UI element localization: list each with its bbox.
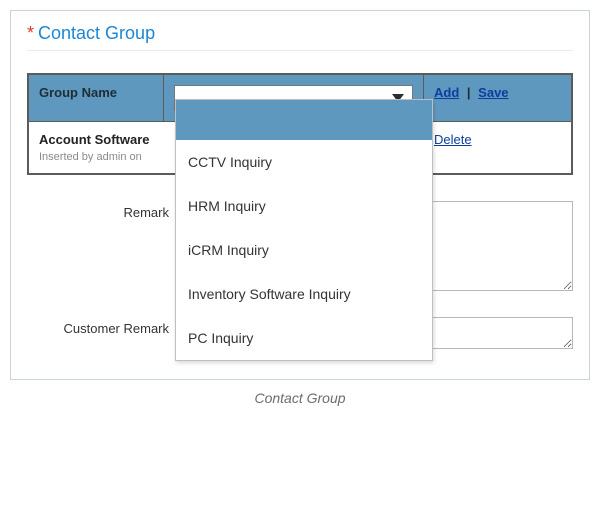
dropdown-option[interactable]: PC Inquiry (176, 316, 432, 360)
action-separator: | (467, 85, 471, 100)
dropdown-option[interactable]: Inventory Software Inquiry (176, 272, 432, 316)
customer-remark-label: Customer Remark (27, 317, 177, 336)
delete-link[interactable]: Delete (434, 132, 472, 147)
dropdown-option[interactable]: HRM Inquiry (176, 184, 432, 228)
section-title-text: Contact Group (38, 23, 155, 43)
group-select-dropdown[interactable]: CCTV Inquiry HRM Inquiry iCRM Inquiry In… (175, 99, 433, 361)
col-header-actions: Add | Save (424, 75, 572, 122)
remark-label: Remark (27, 201, 177, 220)
figure-caption: Contact Group (10, 390, 590, 406)
dropdown-option-blank[interactable] (176, 100, 432, 140)
contact-group-panel: *Contact Group Group Name Add | Save Ac (10, 10, 590, 380)
required-asterisk: * (27, 23, 34, 43)
col-header-group-name: Group Name (29, 75, 164, 122)
section-title: *Contact Group (27, 23, 573, 51)
save-link[interactable]: Save (478, 85, 508, 100)
dropdown-option[interactable]: CCTV Inquiry (176, 140, 432, 184)
dropdown-option[interactable]: iCRM Inquiry (176, 228, 432, 272)
add-link[interactable]: Add (434, 85, 459, 100)
cell-action: Delete (424, 122, 572, 174)
group-name-text: Account Software (39, 132, 150, 147)
